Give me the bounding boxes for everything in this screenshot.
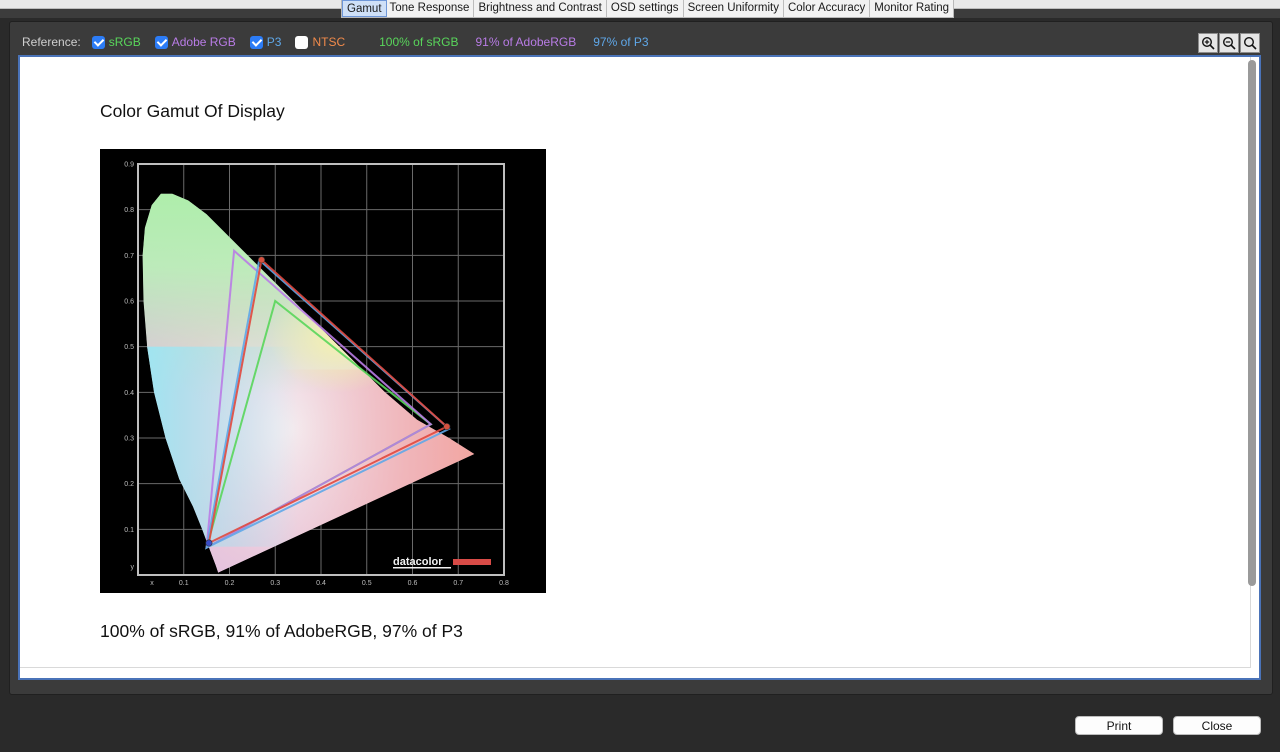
reference-p3-checkbox[interactable]: P3 — [249, 35, 282, 49]
locus-red-shade — [275, 369, 475, 573]
x-tick-label: 0.1 — [179, 580, 189, 587]
gamut-summary: 100% of sRGB, 91% of AdobeRGB, 97% of P3 — [100, 621, 463, 641]
reference-srgb-label: sRGB — [108, 35, 141, 49]
reference-p3-label: P3 — [266, 35, 282, 49]
coverage-value: 91% of AdobeRGB — [475, 35, 577, 49]
x-axis-label: x — [150, 580, 154, 587]
print-button[interactable]: Print — [1075, 716, 1163, 735]
reference-adobe-rgb-checkbox[interactable]: Adobe RGB — [154, 35, 236, 49]
x-tick-label: 0.5 — [362, 580, 372, 587]
zoom-in-button[interactable] — [1198, 33, 1218, 53]
reference-bar: Reference: sRGB Adobe RGB P3 NTSC 100% of sR… — [22, 33, 666, 51]
checkbox-checked-icon[interactable] — [249, 35, 263, 49]
x-tick-label: 0.2 — [225, 580, 235, 587]
y-axis-label: y — [131, 564, 135, 571]
y-tick-label: 0.5 — [124, 344, 134, 351]
x-tick-label: 0.3 — [270, 580, 280, 587]
zoom-in-icon — [1201, 36, 1215, 50]
zoom-out-button[interactable] — [1219, 33, 1239, 53]
tab-color-accuracy[interactable]: Color Accuracy — [784, 0, 871, 17]
report-title: Color Gamut Of Display — [100, 101, 285, 121]
primary-point — [443, 423, 451, 431]
y-tick-label: 0.8 — [124, 207, 134, 214]
reference-ntsc-label: NTSC — [312, 35, 346, 49]
x-tick-label: 0.4 — [316, 580, 326, 587]
checkbox-unchecked-icon[interactable] — [295, 35, 309, 49]
primary-point — [258, 256, 266, 264]
watermark-underline — [393, 567, 451, 569]
checkbox-checked-icon[interactable] — [91, 35, 105, 49]
reference-label: Reference: — [22, 35, 81, 49]
vertical-scrollbar[interactable] — [1248, 60, 1256, 586]
zoom-out-icon — [1222, 36, 1236, 50]
reference-ntsc-checkbox[interactable]: NTSC — [295, 35, 345, 49]
checkbox-checked-icon[interactable] — [154, 35, 168, 49]
tab-screen-uniformity[interactable]: Screen Uniformity — [684, 0, 784, 17]
x-tick-label: 0.7 — [453, 580, 463, 587]
zoom-reset-button[interactable] — [1240, 33, 1260, 53]
y-tick-label: 0.3 — [124, 436, 134, 443]
zoom-reset-icon — [1243, 36, 1257, 50]
x-tick-label: 0.8 — [499, 580, 509, 587]
reference-adobe-rgb-label: Adobe RGB — [171, 35, 236, 49]
datacolor-watermark: datacolor — [393, 556, 443, 568]
tab-brightness-and-contrast[interactable]: Brightness and Contrast — [474, 0, 607, 17]
y-tick-label: 0.7 — [124, 253, 134, 260]
y-tick-label: 0.1 — [124, 527, 134, 534]
report-document[interactable]: Color Gamut Of Display 0.1 0.2 0.3 0.4 0… — [18, 55, 1261, 680]
y-tick-label: 0.2 — [124, 481, 134, 488]
y-tick-label: 0.9 — [124, 162, 134, 169]
coverage-value: 100% of sRGB — [379, 35, 459, 49]
x-tick-label: 0.6 — [408, 580, 418, 587]
gamut-chart: 0.1 0.2 0.3 0.4 0.5 0.6 0.7 0.8 0.1 0.2 0.3 0.4 0.5 0… — [100, 149, 546, 593]
reference-srgb-checkbox[interactable]: sRGB — [91, 35, 141, 49]
close-button[interactable]: Close — [1173, 716, 1261, 735]
y-tick-label: 0.6 — [124, 299, 134, 306]
coverage-value: 97% of P3 — [593, 35, 649, 49]
tab-tone-response[interactable]: Tone Response — [386, 0, 475, 17]
locus-cyan-shade — [142, 346, 298, 547]
tab-osd-settings[interactable]: OSD settings — [607, 0, 684, 17]
tab-list: Gamut Tone Response Brightness and Contras… — [341, 0, 955, 18]
gamut-chart-svg: 0.1 0.2 0.3 0.4 0.5 0.6 0.7 0.8 0.1 0.2 0.3 0.4 0.5 0… — [124, 162, 509, 588]
tab-gamut[interactable]: Gamut — [342, 0, 387, 17]
watermark-bar — [453, 559, 491, 565]
report-page: Color Gamut Of Display 0.1 0.2 0.3 0.4 0… — [20, 57, 1251, 668]
primary-point — [205, 539, 213, 547]
tab-monitor-rating[interactable]: Monitor Rating — [870, 0, 953, 17]
y-tick-label: 0.4 — [124, 390, 134, 397]
tab-bar: Gamut Tone Response Brightness and Contras… — [0, 0, 1280, 18]
